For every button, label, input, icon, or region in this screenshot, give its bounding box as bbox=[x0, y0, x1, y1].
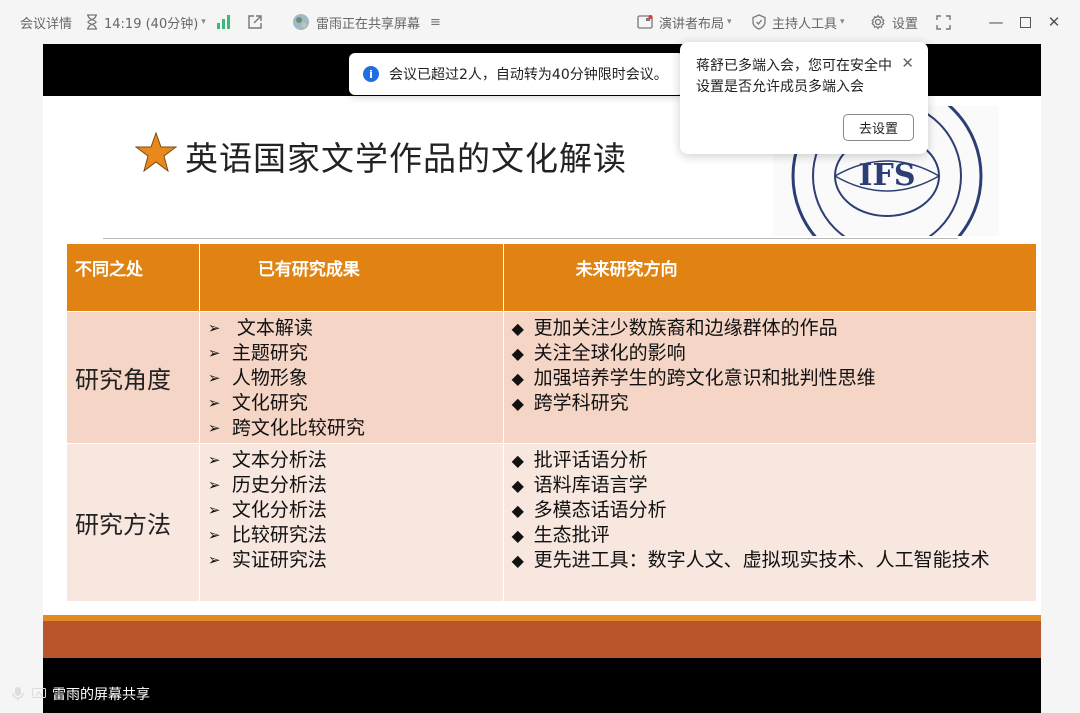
arrow-bullet-icon: ➢ bbox=[207, 394, 221, 412]
multi-device-popup: 蒋舒已多端入会，您可在安全中设置是否允许成员多端入会 ✕ 去设置 bbox=[680, 42, 928, 154]
diamond-bullet-icon: ◆ bbox=[511, 501, 524, 520]
header-cell: 不同之处 bbox=[66, 243, 200, 312]
chevron-down-icon: ▾ bbox=[840, 17, 845, 27]
row-label: 研究角度 bbox=[66, 311, 200, 444]
arrow-bullet-icon: ➢ bbox=[207, 369, 221, 387]
diamond-bullet-icon: ◆ bbox=[511, 319, 524, 338]
list-item: ◆ 多模态话语分析 bbox=[511, 499, 667, 521]
meeting-details-button[interactable]: 会议详情 bbox=[20, 0, 72, 44]
gear-icon bbox=[870, 14, 886, 30]
title-divider bbox=[103, 238, 958, 239]
list-item: ➢ 文本分析法 bbox=[207, 449, 327, 471]
slide-footer-band bbox=[43, 621, 1041, 658]
list-item: ➢ 人物形象 bbox=[207, 367, 308, 389]
meeting-time[interactable]: 14:19 (40分钟) ▾ bbox=[86, 0, 206, 44]
limit-notification-toast: i 会议已超过2人，自动转为40分钟限时会议。 bbox=[349, 53, 684, 95]
title-bar: 会议详情 14:19 (40分钟) ▾ 雷雨正在共享屏幕 ≡ 演讲者布局 ▾ 主… bbox=[0, 0, 1080, 44]
future-cell: ◆ 更加关注少数族裔和边缘群体的作品 ◆ 关注全球化的影响 ◆ 加强培养学生的跨文化意… bbox=[502, 311, 1038, 444]
globe-avatar-icon bbox=[292, 13, 310, 31]
hourglass-icon bbox=[86, 14, 98, 30]
screen-bottom-bar bbox=[43, 658, 1041, 713]
list-item: ◆ 语料库语言学 bbox=[511, 474, 648, 496]
fullscreen-icon[interactable] bbox=[928, 0, 958, 44]
table-row: 研究角度 ➢ 文本解读 ➢ 主题研究 ➢ 人物形象 ➢ 文化研究 ➢ 跨文化比较研究 ◆ 更… bbox=[66, 311, 1038, 444]
logo-text: IFS bbox=[859, 158, 916, 193]
arrow-bullet-icon: ➢ bbox=[207, 551, 221, 569]
arrow-bullet-icon: ➢ bbox=[207, 526, 221, 544]
star-icon bbox=[134, 131, 178, 181]
list-item: ➢ 实证研究法 bbox=[207, 549, 327, 571]
shield-icon bbox=[752, 14, 766, 30]
arrow-bullet-icon: ➢ bbox=[207, 451, 221, 469]
minimize-icon[interactable]: — bbox=[981, 0, 1011, 44]
menu-lines-icon: ≡ bbox=[430, 14, 441, 30]
list-item: ➢ 文化研究 bbox=[207, 392, 308, 414]
popup-text: 蒋舒已多端入会，您可在安全中设置是否允许成员多端入会 bbox=[696, 58, 892, 95]
meeting-window: 会议详情 14:19 (40分钟) ▾ 雷雨正在共享屏幕 ≡ 演讲者布局 ▾ 主… bbox=[0, 0, 1080, 713]
screen-share-label: 雷雨的屏幕共享 bbox=[12, 682, 150, 706]
chevron-down-icon: ▾ bbox=[201, 17, 206, 27]
arrow-bullet-icon: ➢ bbox=[207, 419, 221, 437]
arrow-bullet-icon: ➢ bbox=[207, 319, 221, 337]
arrow-bullet-icon: ➢ bbox=[207, 501, 221, 519]
header-cell: 已有研究成果 bbox=[198, 243, 504, 312]
signal-strength-icon[interactable] bbox=[216, 0, 231, 44]
table-header-row: 不同之处 已有研究成果 未来研究方向 bbox=[66, 243, 1038, 312]
sharing-status[interactable]: 雷雨正在共享屏幕 ≡ bbox=[292, 0, 441, 44]
share-external-icon[interactable] bbox=[247, 0, 263, 44]
arrow-bullet-icon: ➢ bbox=[207, 476, 221, 494]
toast-text: 会议已超过2人，自动转为40分钟限时会议。 bbox=[389, 67, 668, 83]
diamond-bullet-icon: ◆ bbox=[511, 526, 524, 545]
list-item: ➢ 历史分析法 bbox=[207, 474, 327, 496]
meeting-details-label: 会议详情 bbox=[20, 16, 73, 32]
list-item: ◆ 跨学科研究 bbox=[511, 392, 629, 414]
slide-title: 英语国家文学作品的文化解读 bbox=[134, 131, 627, 181]
screen-share-icon bbox=[32, 688, 46, 700]
presenter-layout-label: 演讲者布局 bbox=[659, 16, 725, 32]
arrow-bullet-icon: ➢ bbox=[207, 344, 221, 362]
list-item: ➢ 主题研究 bbox=[207, 342, 308, 364]
row-label: 研究方法 bbox=[66, 443, 200, 602]
close-window-icon[interactable]: ✕ bbox=[1039, 0, 1069, 44]
settings-button[interactable]: 设置 bbox=[870, 0, 918, 44]
host-tools-button[interactable]: 主持人工具 ▾ bbox=[752, 0, 845, 44]
share-label-text: 雷雨的屏幕共享 bbox=[52, 687, 150, 703]
maximize-icon[interactable] bbox=[1010, 0, 1040, 44]
diamond-bullet-icon: ◆ bbox=[511, 344, 524, 363]
existing-cell: ➢ 文本分析法 ➢ 历史分析法 ➢ 文化分析法 ➢ 比较研究法 ➢ 实证研究法 bbox=[198, 443, 504, 602]
header-cell: 未来研究方向 bbox=[502, 243, 1038, 312]
list-item: ➢ 比较研究法 bbox=[207, 524, 327, 546]
chevron-down-icon: ▾ bbox=[727, 17, 732, 27]
list-item: ◆ 更先进工具：数字人文、虚拟现实技术、人工智能技术 bbox=[511, 549, 990, 571]
diamond-bullet-icon: ◆ bbox=[511, 451, 524, 470]
table-row: 研究方法 ➢ 文本分析法 ➢ 历史分析法 ➢ 文化分析法 ➢ 比较研究法 ➢ 实证研究法 … bbox=[66, 443, 1038, 602]
list-item: ➢ 跨文化比较研究 bbox=[207, 417, 365, 439]
slide-title-text: 英语国家文学作品的文化解读 bbox=[185, 139, 627, 178]
host-tools-label: 主持人工具 bbox=[772, 16, 838, 32]
close-icon[interactable]: ✕ bbox=[901, 54, 914, 72]
diamond-bullet-icon: ◆ bbox=[511, 476, 524, 495]
sharing-status-label: 雷雨正在共享屏幕 bbox=[316, 16, 421, 32]
existing-cell: ➢ 文本解读 ➢ 主题研究 ➢ 人物形象 ➢ 文化研究 ➢ 跨文化比较研究 bbox=[198, 311, 504, 444]
list-item: ◆ 批评话语分析 bbox=[511, 449, 648, 471]
list-item: ◆ 关注全球化的影响 bbox=[511, 342, 686, 364]
diamond-bullet-icon: ◆ bbox=[511, 394, 524, 413]
comparison-table: 不同之处 已有研究成果 未来研究方向 研究角度 ➢ 文本解读 ➢ 主题研究 ➢ 人物形… bbox=[66, 243, 1038, 602]
list-item: ◆ 更加关注少数族裔和边缘群体的作品 bbox=[511, 317, 838, 339]
go-settings-button[interactable]: 去设置 bbox=[843, 114, 914, 141]
diamond-bullet-icon: ◆ bbox=[511, 369, 524, 388]
list-item: ➢ 文化分析法 bbox=[207, 499, 327, 521]
list-item: ➢ 文本解读 bbox=[207, 317, 313, 339]
list-item: ◆ 加强培养学生的跨文化意识和批判性思维 bbox=[511, 367, 876, 389]
diamond-bullet-icon: ◆ bbox=[511, 551, 524, 570]
meeting-time-label: 14:19 (40分钟) bbox=[104, 16, 199, 32]
settings-label: 设置 bbox=[892, 16, 919, 32]
list-item: ◆ 生态批评 bbox=[511, 524, 610, 546]
info-icon: i bbox=[363, 66, 379, 82]
presenter-layout-button[interactable]: 演讲者布局 ▾ bbox=[637, 0, 732, 44]
future-cell: ◆ 批评话语分析 ◆ 语料库语言学 ◆ 多模态话语分析 ◆ 生态批评 ◆ 更先进工具：数字… bbox=[502, 443, 1038, 602]
layout-icon bbox=[637, 15, 653, 29]
microphone-icon[interactable] bbox=[12, 686, 24, 702]
